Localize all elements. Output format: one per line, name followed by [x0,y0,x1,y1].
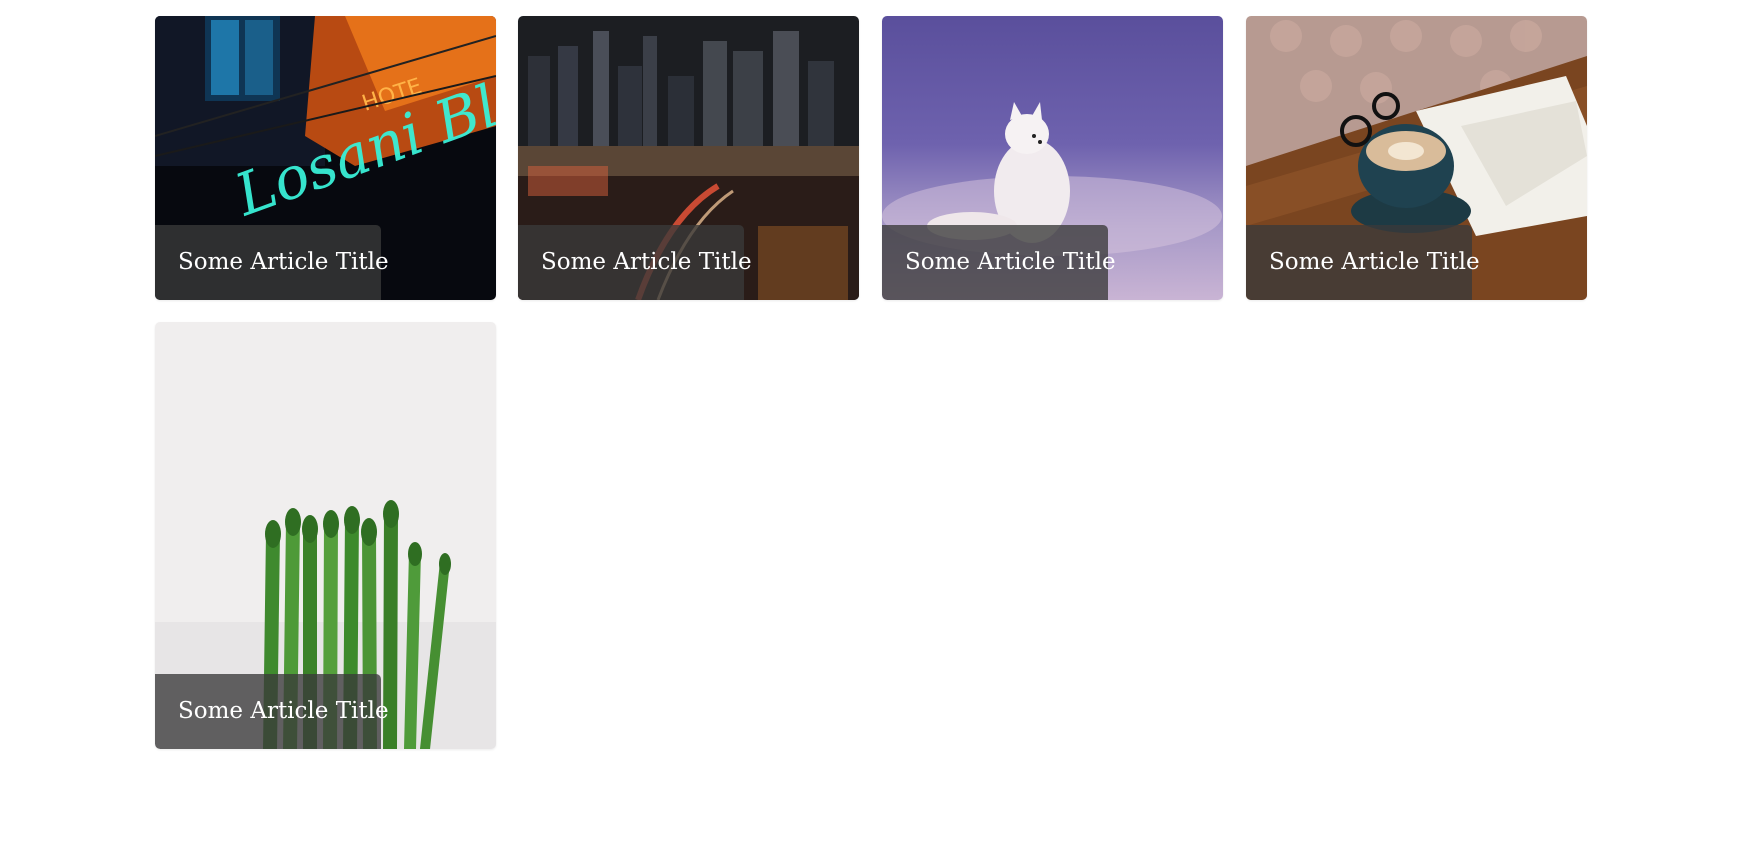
article-title: Some Article Title [155,674,389,749]
article-card[interactable]: HOTE Losani Bl Some Article Title [155,16,496,300]
article-card[interactable]: Some Article Title [882,16,1223,300]
article-card[interactable]: Some Article Title [155,322,496,749]
article-title: Some Article Title [882,225,1116,300]
article-card[interactable]: Some Article Title [1246,16,1587,300]
article-title: Some Article Title [155,225,389,300]
article-card[interactable]: Some Article Title [518,16,859,300]
article-title: Some Article Title [518,225,752,300]
article-title: Some Article Title [1246,225,1480,300]
